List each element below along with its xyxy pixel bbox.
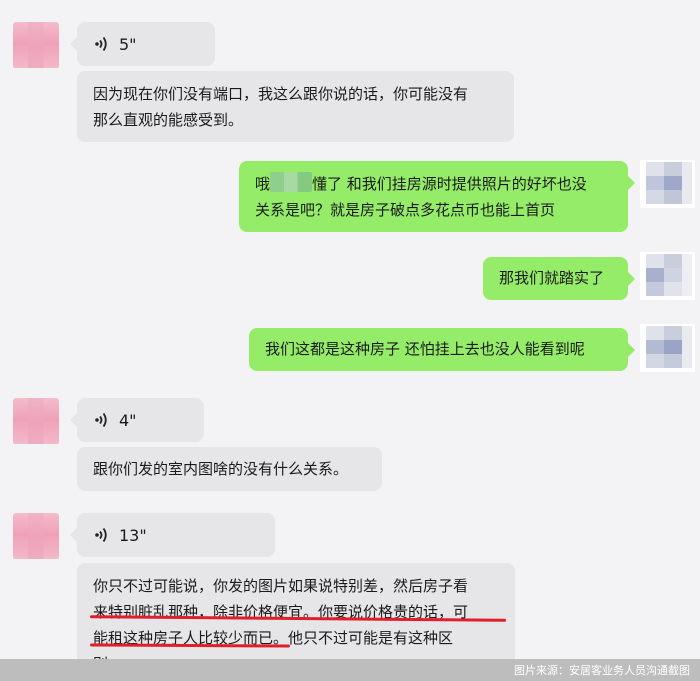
voice-message[interactable]: 5" <box>70 22 215 66</box>
message-line: 关系是吧？就是房子破点多花点币也能上首页 <box>255 201 556 219</box>
contact-avatar[interactable] <box>13 22 59 68</box>
message-text: 我们这都是这种房子 还怕挂上去也没人能看到呢 <box>265 340 585 358</box>
voice-message[interactable]: 13" <box>70 513 275 557</box>
voice-duration: 13" <box>119 525 147 545</box>
redacted-name <box>270 172 313 192</box>
message-text: 那我们就踏实了 <box>499 269 605 287</box>
voice-wave-icon <box>95 412 107 428</box>
caption-text: 图片来源：安居客业务人员沟通截图 <box>514 664 690 677</box>
self-avatar[interactable] <box>640 324 695 372</box>
self-avatar[interactable] <box>640 252 695 300</box>
message-line: 你只不过可能说，你发的图片如果说特别差，然后房子看 <box>93 577 469 595</box>
message-line: 哦懂了 和我们挂房源时提供照片的好坏也没 <box>255 171 612 197</box>
message-bubble[interactable]: 因为现在你们没有端口，我这么跟你说的话，你可能没有 那么直观的能感受到。 <box>77 71 514 142</box>
message-bubble[interactable]: 跟你们发的室内图啥的没有什么关系。 <box>77 447 382 491</box>
contact-avatar[interactable] <box>13 513 59 559</box>
voice-duration: 4" <box>119 410 137 430</box>
message-text: 跟你们发的室内图啥的没有什么关系。 <box>93 460 349 478</box>
message-bubble[interactable]: 那我们就踏实了 <box>483 257 635 300</box>
contact-avatar[interactable] <box>13 398 59 444</box>
self-avatar[interactable] <box>640 160 695 208</box>
message-line: 能租这种房子人比较少而已。他只不过可能是有这种区 <box>93 629 454 647</box>
message-bubble[interactable]: 哦懂了 和我们挂房源时提供照片的好坏也没 关系是吧？就是房子破点多花点币也能上首… <box>239 161 635 232</box>
image-source-caption: 图片来源：安居客业务人员沟通截图 <box>0 659 700 681</box>
voice-duration: 5" <box>119 34 137 54</box>
voice-wave-icon <box>95 36 107 52</box>
message-line: 那么直观的能感受到。 <box>93 111 244 129</box>
message-line: 因为现在你们没有端口，我这么跟你说的话，你可能没有 <box>93 85 469 103</box>
voice-message[interactable]: 4" <box>70 398 204 442</box>
message-bubble[interactable]: 我们这都是这种房子 还怕挂上去也没人能看到呢 <box>249 328 635 371</box>
voice-wave-icon <box>95 527 107 543</box>
